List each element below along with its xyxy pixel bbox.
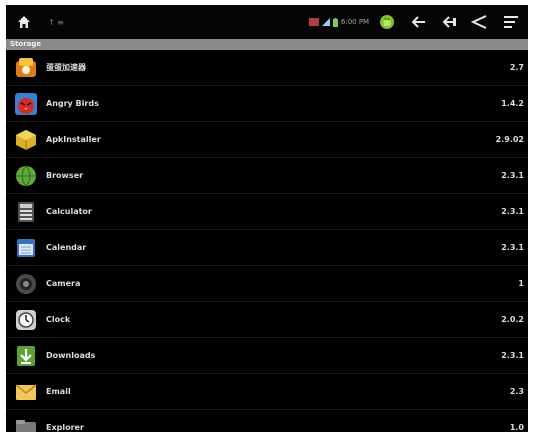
app-name: Angry Birds xyxy=(46,99,99,108)
home-icon[interactable] xyxy=(14,5,34,39)
clock-time: 6:00 PM xyxy=(340,18,370,26)
angry-birds-icon xyxy=(15,93,37,115)
app-row[interactable]: 蛋蛋加速器 2.7 xyxy=(6,50,528,86)
app-name: Explorer xyxy=(46,423,84,432)
app-name: 蛋蛋加速器 xyxy=(46,63,86,72)
email-envelope-icon xyxy=(15,384,37,400)
app-version: 2.3.1 xyxy=(501,243,524,252)
app-name: Browser xyxy=(46,171,84,180)
section-header-label: Storage xyxy=(10,40,42,48)
app-version: 1.0 xyxy=(509,423,524,432)
notification-icons[interactable]: ↑ ≡ xyxy=(42,5,70,39)
download-arrow-icon xyxy=(17,346,35,366)
app-version: 2.3.1 xyxy=(501,351,524,360)
status-bar: ↑ ≡ 6:00 PM xyxy=(6,5,528,39)
app-version: 2.3 xyxy=(509,387,524,396)
back-arrow-icon[interactable] xyxy=(409,5,429,39)
app-row[interactable]: Downloads 2.3.1 xyxy=(6,338,528,374)
signal-icon xyxy=(321,18,330,26)
camera-icon xyxy=(16,274,36,294)
app-name: Calendar xyxy=(46,243,87,252)
app-row[interactable]: Calculator 2.3.1 xyxy=(6,194,528,230)
app-version: 1.4.2 xyxy=(501,99,524,108)
app-row[interactable]: Clock 2.0.2 xyxy=(6,302,528,338)
app-row[interactable]: Calendar 2.3.1 xyxy=(6,230,528,266)
calculator-icon xyxy=(18,202,34,222)
clock-icon xyxy=(16,310,36,330)
app-name: ApkInstaller xyxy=(46,135,101,144)
section-header: Storage xyxy=(6,39,528,50)
app-icon-orange xyxy=(16,58,36,77)
app-version: 2.9.02 xyxy=(495,135,524,144)
app-row[interactable]: Camera 1 xyxy=(6,266,528,302)
share-icon[interactable] xyxy=(468,5,490,39)
back-arrow-icon-2[interactable] xyxy=(439,5,461,39)
app-row[interactable]: ApkInstaller 2.9.02 xyxy=(6,122,528,158)
browser-globe-icon xyxy=(16,165,36,187)
calendar-icon xyxy=(17,239,35,257)
app-name: Calculator xyxy=(46,207,92,216)
android-icon[interactable] xyxy=(376,5,398,39)
system-status: 6:00 PM xyxy=(306,5,372,39)
app-version: 2.7 xyxy=(509,63,524,72)
sdcard-icon xyxy=(308,18,319,26)
notification-text: ↑ ≡ xyxy=(48,17,64,27)
app-row[interactable]: Explorer 1.0 xyxy=(6,410,528,432)
apk-installer-icon xyxy=(16,130,36,150)
menu-icon[interactable] xyxy=(500,5,522,39)
app-version: 2.3.1 xyxy=(501,207,524,216)
app-name: Camera xyxy=(46,279,81,288)
app-name: Downloads xyxy=(46,351,96,360)
app-version: 2.0.2 xyxy=(501,315,524,324)
app-name: Clock xyxy=(46,315,71,324)
app-version: 1 xyxy=(518,279,524,288)
app-row[interactable]: Angry Birds 1.4.2 xyxy=(6,86,528,122)
app-name: Email xyxy=(46,387,71,396)
battery-icon xyxy=(332,17,338,27)
android-screen: ↑ ≡ 6:00 PM Storage 蛋蛋加速器 2.7 Angry Bird… xyxy=(6,5,528,432)
app-row[interactable]: Email 2.3 xyxy=(6,374,528,410)
app-row[interactable]: Browser 2.3.1 xyxy=(6,158,528,194)
explorer-icon xyxy=(16,420,36,432)
app-version: 2.3.1 xyxy=(501,171,524,180)
